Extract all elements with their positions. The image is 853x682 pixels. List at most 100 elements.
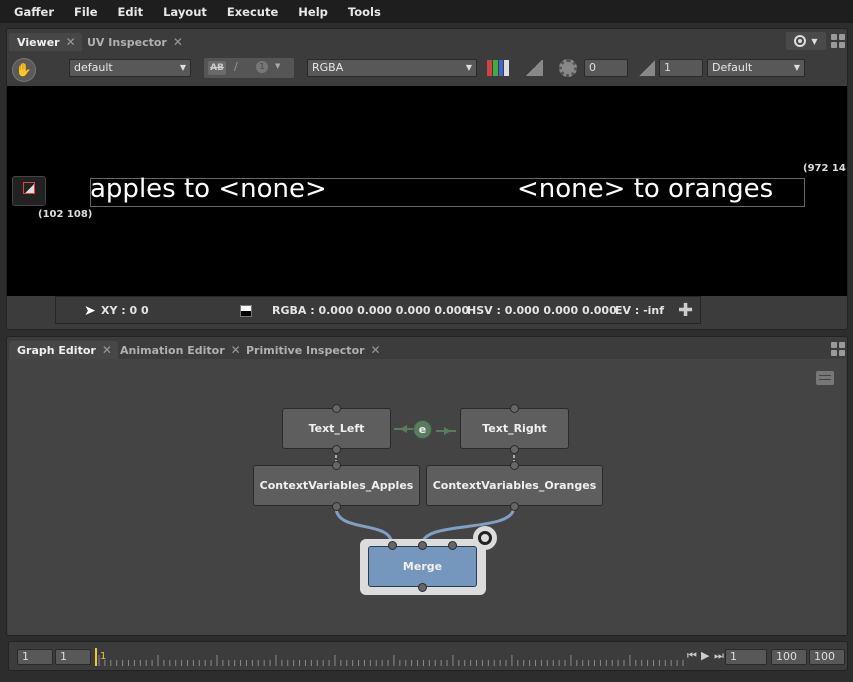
tab-primitive-inspector-label: Primitive Inspector: [246, 343, 365, 357]
swatch-icon: [240, 305, 252, 317]
close-icon[interactable]: ✕: [173, 35, 183, 49]
tab-graph-editor[interactable]: Graph Editor ✕: [9, 341, 118, 359]
current-frame-label: 1: [100, 651, 107, 662]
start-frame-outer-field[interactable]: 1: [17, 649, 53, 665]
plug[interactable]: [510, 445, 519, 454]
node-text-right[interactable]: Text_Right: [460, 408, 569, 449]
plug[interactable]: [448, 541, 457, 550]
coord-max-label: (972 14: [803, 163, 846, 174]
display-transform-value: default: [74, 61, 113, 74]
tab-animation-editor[interactable]: Animation Editor ✕: [112, 341, 247, 359]
crop-region-button[interactable]: [12, 176, 46, 206]
tab-viewer[interactable]: Viewer ✕: [9, 33, 82, 51]
skip-to-end-icon[interactable]: ⏭: [714, 649, 724, 663]
chevron-down-icon: ▼: [811, 36, 818, 46]
rgb-channels-icon[interactable]: [487, 60, 509, 76]
coord-min-label: (102 108): [38, 209, 93, 220]
skip-to-start-icon[interactable]: ⏮: [687, 649, 697, 663]
display-transform-dropdown[interactable]: default ▼: [69, 59, 191, 77]
wipe-ab-icon[interactable]: AB: [208, 61, 226, 75]
gamma-field[interactable]: 1: [659, 59, 703, 77]
tab-viewer-label: Viewer: [17, 35, 60, 49]
settings-menu-button[interactable]: ▼: [786, 32, 826, 50]
frame-ticks: [98, 655, 684, 666]
plug[interactable]: [332, 404, 341, 413]
close-icon[interactable]: ✕: [371, 343, 381, 357]
node-merge[interactable]: Merge: [368, 546, 477, 587]
plug[interactable]: [418, 583, 427, 592]
close-icon[interactable]: ✕: [102, 343, 112, 357]
channels-dropdown[interactable]: RGBA ▼: [307, 59, 477, 77]
viewport[interactable]: apples to <none> <none> to oranges (102 …: [7, 86, 847, 296]
end-frame-inner-field[interactable]: 100: [771, 649, 807, 665]
menu-gaffer[interactable]: Gaffer: [14, 5, 54, 19]
start-frame-inner-field[interactable]: 1: [55, 649, 91, 665]
tab-primitive-inspector[interactable]: Primitive Inspector ✕: [238, 341, 387, 359]
node-ctx-oranges-label: ContextVariables_Oranges: [432, 479, 597, 492]
node-context-variables-apples[interactable]: ContextVariables_Apples: [253, 465, 420, 506]
menu-tools[interactable]: Tools: [348, 5, 381, 19]
playhead: [95, 648, 97, 666]
plug[interactable]: [510, 502, 519, 511]
expression-badge[interactable]: e: [413, 420, 432, 439]
exposure-field[interactable]: 0: [584, 59, 628, 77]
close-icon[interactable]: ✕: [66, 35, 76, 49]
chevron-down-icon: ▼: [179, 63, 186, 72]
plug[interactable]: [332, 461, 341, 470]
menu-edit[interactable]: Edit: [118, 5, 144, 19]
plug[interactable]: [332, 445, 341, 454]
wipe-tool-icon[interactable]: ∕: [234, 60, 238, 73]
arrow-left-icon: [400, 425, 407, 433]
rgba-readout: RGBA : 0.000 0.000 0.000 0.000: [272, 303, 470, 317]
tab-uv-inspector[interactable]: UV Inspector ✕: [79, 33, 189, 51]
menu-help[interactable]: Help: [298, 5, 328, 19]
end-frame-outer-field[interactable]: 100: [809, 649, 845, 665]
node-merge-label: Merge: [402, 560, 443, 573]
channels-value: RGBA: [312, 61, 344, 74]
play-icon[interactable]: ▶: [701, 649, 709, 662]
gamma-icon[interactable]: [639, 60, 655, 76]
plug[interactable]: [388, 541, 397, 550]
compare-toolgroup: AB ∕ 1 ▼: [204, 58, 294, 78]
soloing-icon[interactable]: 1: [256, 61, 268, 73]
plug[interactable]: [418, 541, 427, 550]
viewer-panel: Viewer ✕ UV Inspector ✕ ▼ ✋ default ▼ AB…: [6, 28, 848, 330]
graph-editor-panel: Graph Editor ✕ Animation Editor ✕ Primit…: [6, 336, 848, 636]
menu-layout[interactable]: Layout: [163, 5, 207, 19]
tab-animation-editor-label: Animation Editor: [120, 343, 225, 357]
ev-readout: EV : -inf: [615, 303, 665, 317]
plug[interactable]: [510, 461, 519, 470]
layout-grid-icon[interactable]: [831, 34, 845, 48]
current-frame-field[interactable]: 1: [725, 649, 767, 665]
viewer-toolbar: ✋ default ▼ AB ∕ 1 ▼ RGBA ▼ 0 1 Default …: [7, 52, 847, 86]
pixel-status-bar: ➤ XY : 0 0 RGBA : 0.000 0.000 0.000 0.00…: [55, 296, 701, 324]
view-dropdown[interactable]: Default ▼: [707, 59, 805, 77]
menu-file[interactable]: File: [74, 5, 98, 19]
node-context-variables-oranges[interactable]: ContextVariables_Oranges: [426, 465, 603, 506]
layout-grid-icon[interactable]: [831, 342, 845, 356]
plug[interactable]: [332, 502, 341, 511]
tab-graph-editor-label: Graph Editor: [17, 343, 96, 357]
canvas-text-left: apples to <none>: [90, 174, 327, 204]
graph-tabbar: Graph Editor ✕ Animation Editor ✕ Primit…: [7, 337, 847, 359]
chevron-down-icon: ▼: [465, 63, 472, 72]
clipping-icon[interactable]: [525, 60, 543, 76]
node-ctx-apples-label: ContextVariables_Apples: [259, 479, 414, 492]
timeline: 1 1 1 ⏮ ▶ ⏭ 1 100 100: [8, 641, 848, 671]
exposure-icon[interactable]: [559, 59, 577, 77]
hand-icon[interactable]: ✋: [12, 58, 36, 82]
focus-icon[interactable]: [473, 526, 497, 550]
graph-canvas[interactable]: Text_Left e Text_Right ContextVariables_…: [8, 359, 846, 635]
chevron-down-icon: ▼: [275, 62, 281, 70]
view-value: Default: [712, 61, 753, 74]
xy-readout: XY : 0 0: [101, 303, 149, 317]
tab-uv-inspector-label: UV Inspector: [87, 35, 167, 49]
plug[interactable]: [510, 404, 519, 413]
menu-execute[interactable]: Execute: [227, 5, 278, 19]
add-icon[interactable]: ✚: [678, 300, 693, 321]
chevron-down-icon: ▼: [793, 63, 800, 72]
frame-scrubber[interactable]: 1: [95, 646, 687, 668]
menu-bar: Gaffer File Edit Layout Execute Help Too…: [0, 0, 853, 23]
node-text-left[interactable]: Text_Left: [282, 408, 391, 449]
node-text-right-label: Text_Right: [482, 422, 547, 435]
